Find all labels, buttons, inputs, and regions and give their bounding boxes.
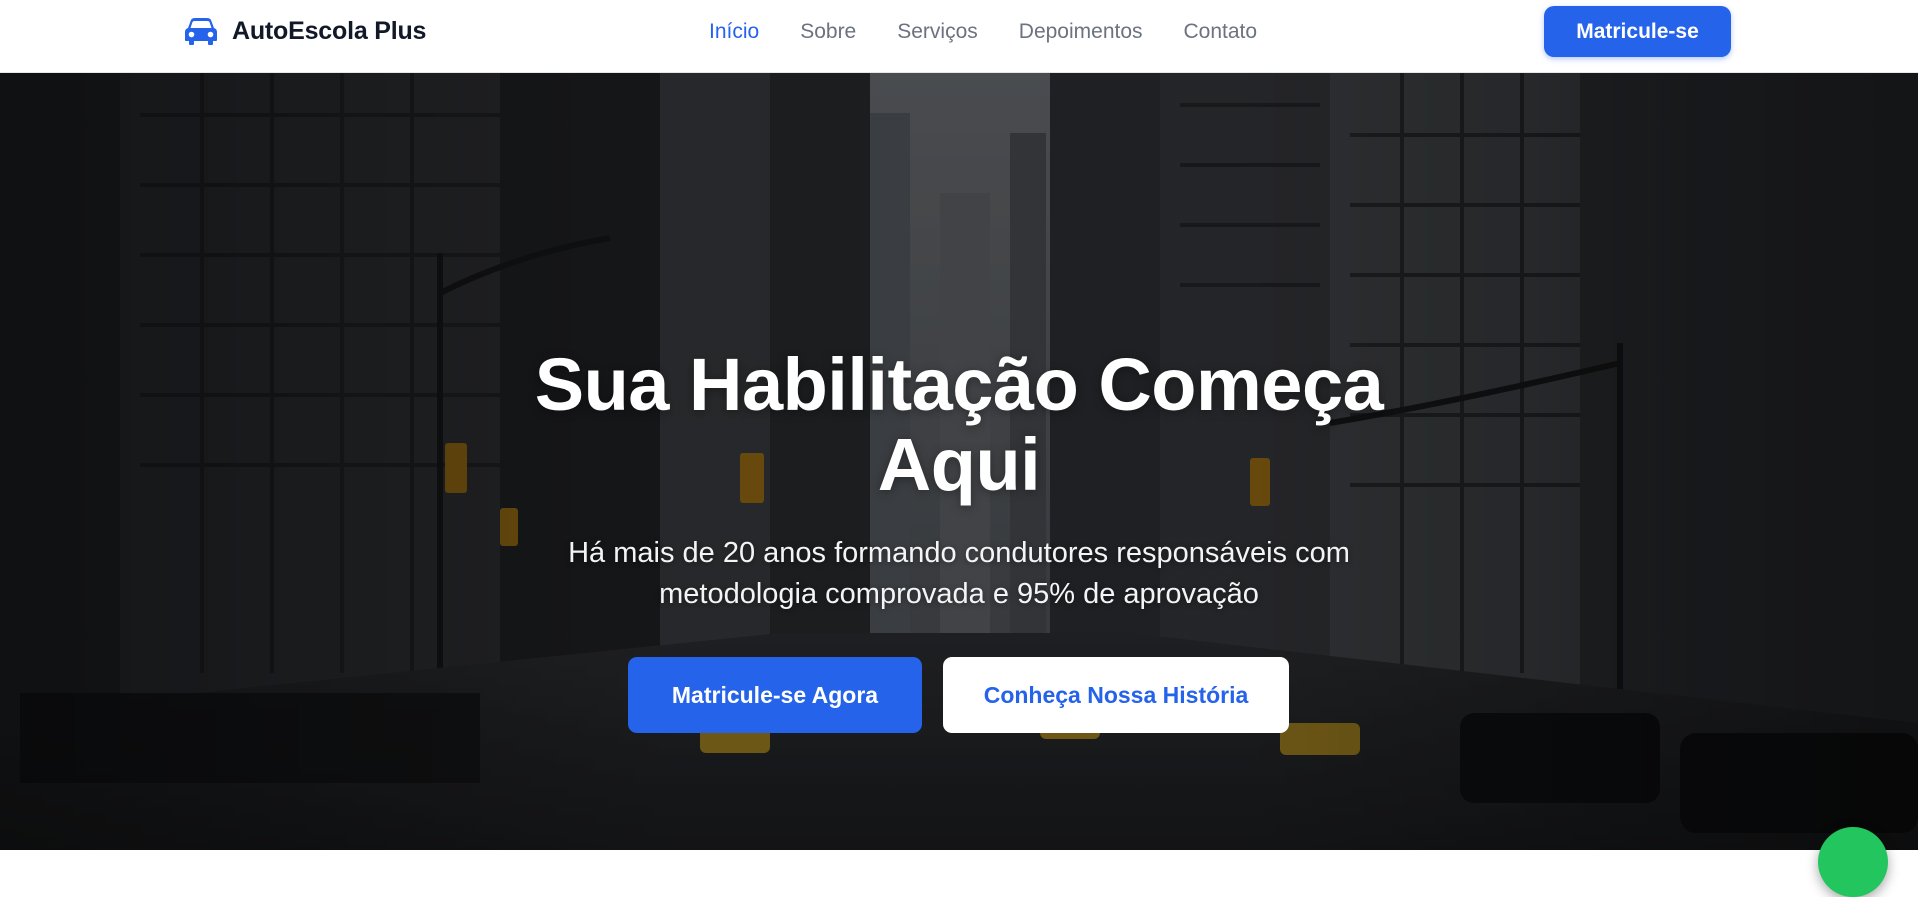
whatsapp-button[interactable] [1818,827,1888,897]
our-history-button[interactable]: Conheça Nossa História [943,657,1289,733]
car-icon [184,17,218,45]
hero-title: Sua Habilitação Começa Aqui [534,343,1384,506]
nav-link-depoimentos[interactable]: Depoimentos [1019,20,1143,44]
brand-logo[interactable]: AutoEscola Plus [184,15,426,47]
nav-link-sobre[interactable]: Sobre [800,20,856,44]
nav-link-contato[interactable]: Contato [1184,20,1258,44]
nav-link-inicio[interactable]: Início [709,20,759,44]
enroll-now-button[interactable]: Matricule-se Agora [628,657,922,733]
brand-name: AutoEscola Plus [232,16,427,45]
enroll-button[interactable]: Matricule-se [1544,6,1731,57]
navbar: AutoEscola Plus Início Sobre Serviços De… [0,0,1918,73]
hero-section: Sua Habilitação Começa Aqui Há mais de 2… [0,73,1918,850]
nav-links: Início Sobre Serviços Depoimentos Contat… [709,18,1257,46]
nav-link-servicos[interactable]: Serviços [897,20,978,44]
hero-subtitle: Há mais de 20 anos formando condutores r… [568,537,1350,610]
